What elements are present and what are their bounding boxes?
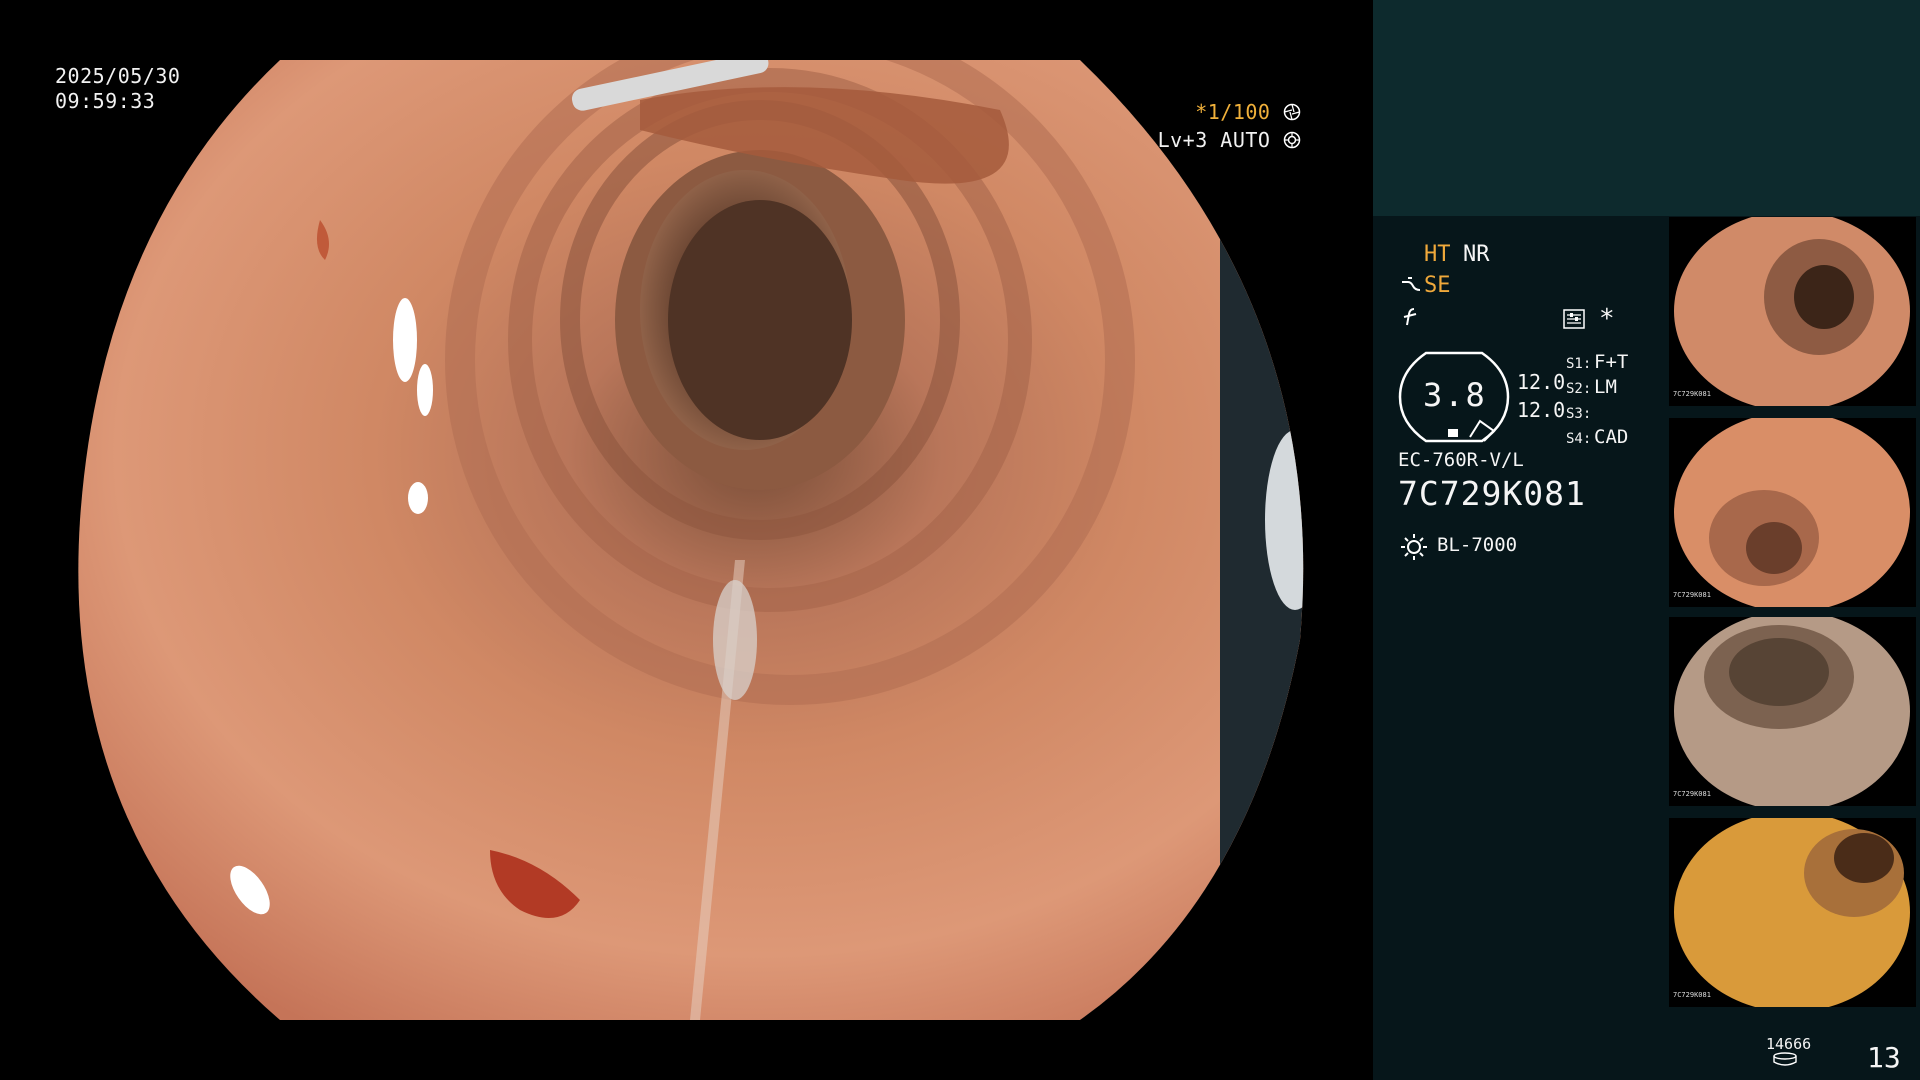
mode-nr-label: NR xyxy=(1463,242,1490,267)
scope-model: EC-760R-V/L xyxy=(1398,449,1524,471)
star-indicator: * xyxy=(1599,304,1615,334)
storage-count: 14666 xyxy=(1766,1035,1812,1053)
level-text: Lv+3 AUTO xyxy=(1157,128,1271,152)
thumbnail-label: 7C729K081 xyxy=(1673,790,1711,798)
enhance-curve-icon xyxy=(1402,277,1421,291)
brightness-level: Lv+3 AUTO xyxy=(1158,128,1301,152)
slot-2-value: LM xyxy=(1594,376,1617,398)
captured-thumbnail[interactable]: 7C729K081 xyxy=(1669,617,1916,806)
slot-2-key: S2: xyxy=(1566,381,1592,397)
settings-list-icon xyxy=(1563,309,1585,329)
thumbnail-image xyxy=(1674,418,1910,607)
slot-3-key: S3: xyxy=(1566,406,1592,422)
thumbnail-label: 7C729K081 xyxy=(1673,991,1711,999)
captured-thumbnail[interactable]: 7C729K081 xyxy=(1669,418,1916,607)
shutter-indicator: *1/100 xyxy=(1195,100,1301,124)
slot-4-value: CAD xyxy=(1594,426,1629,448)
light-source-model: BL-7000 xyxy=(1437,534,1518,556)
endoscopic-image xyxy=(78,60,1304,1020)
sun-icon xyxy=(1401,534,1427,560)
thumbnail-image xyxy=(1674,217,1910,406)
time-display: 09:59:33 xyxy=(55,89,156,113)
endoscope-view: 2025/05/30 09:59:33 *1/100 Lv+3 AUTO xyxy=(0,0,1373,1080)
date-display: 2025/05/30 xyxy=(55,64,181,88)
image-count: 13 xyxy=(1867,1041,1901,1074)
iris-icon xyxy=(1283,131,1301,149)
thumbnail-image xyxy=(1674,617,1910,806)
mode-se-label: SE xyxy=(1424,273,1451,298)
panel-header-area xyxy=(1373,0,1920,216)
shutter-prefix: * xyxy=(1195,100,1208,124)
slot-1-value: F+T xyxy=(1594,351,1629,373)
shutter-value: 1/100 xyxy=(1207,100,1271,124)
mode-ht-label: HT xyxy=(1424,242,1451,267)
sharpness-icon xyxy=(1403,308,1417,326)
value-b: 12.0 xyxy=(1517,398,1566,422)
storage-disk-icon xyxy=(1773,1052,1797,1066)
scope-serial: 7C729K081 xyxy=(1398,474,1586,513)
aperture-icon xyxy=(1283,103,1301,121)
thumbnail-image xyxy=(1674,818,1910,1007)
info-panel: HT NR SE * 3.8 12.0 12.0 S1: F+T S2: LM … xyxy=(1373,0,1920,1080)
slot-4-key: S4: xyxy=(1566,431,1592,447)
captured-thumbnail[interactable]: 7C729K081 xyxy=(1669,818,1916,1007)
captured-thumbnail[interactable]: 7C729K081 xyxy=(1669,217,1916,406)
value-a: 12.0 xyxy=(1517,370,1566,394)
thumbnail-label: 7C729K081 xyxy=(1673,390,1711,398)
slot-1-key: S1: xyxy=(1566,356,1592,372)
zoom-value: 3.8 xyxy=(1423,376,1487,414)
thumbnail-label: 7C729K081 xyxy=(1673,591,1711,599)
